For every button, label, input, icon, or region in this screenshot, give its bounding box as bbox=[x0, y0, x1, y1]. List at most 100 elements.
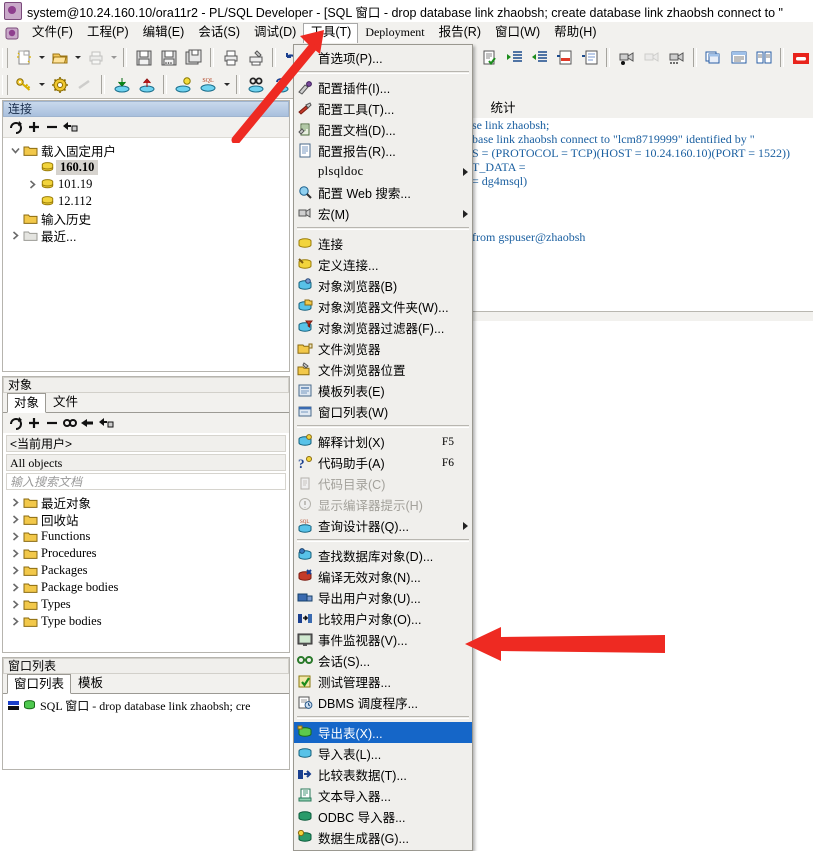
chevron-right-icon[interactable] bbox=[9, 583, 22, 592]
sql-editor[interactable]: se link zhaobsh; base link zhaobsh connec… bbox=[470, 118, 813, 311]
menu-project[interactable]: 工程(P) bbox=[80, 23, 136, 43]
open-file-button[interactable] bbox=[48, 47, 71, 69]
connect-user-icon[interactable] bbox=[97, 414, 115, 432]
tools-plsqldoc[interactable]: plsqldoc bbox=[294, 161, 472, 182]
menu-session[interactable]: 会话(S) bbox=[191, 23, 247, 43]
tools-odbc-importer[interactable]: ODBC 导入器... bbox=[294, 806, 472, 827]
tree-item[interactable]: Procedures bbox=[9, 545, 289, 562]
tile-vertical-button[interactable] bbox=[752, 47, 775, 69]
tools-configure-plugins[interactable]: 配置插件(I)... bbox=[294, 77, 472, 98]
tools-compiler-hints[interactable]: 显示编译器提示(H) bbox=[294, 494, 472, 515]
tools-window-list[interactable]: 窗口列表(W) bbox=[294, 401, 472, 422]
indent-button[interactable] bbox=[503, 47, 526, 69]
tree-item[interactable]: 12.112 bbox=[9, 193, 289, 210]
tools-file-browser[interactable]: 文件浏览器 bbox=[294, 338, 472, 359]
menu-window[interactable]: 窗口(W) bbox=[488, 23, 547, 43]
tab-window-list[interactable]: 窗口列表 bbox=[7, 674, 72, 694]
tree-item[interactable]: 输入历史 bbox=[9, 210, 289, 227]
connect-user-icon[interactable] bbox=[61, 118, 79, 136]
refresh-icon[interactable] bbox=[7, 414, 25, 432]
tools-code-contents[interactable]: 代码目录(C) bbox=[294, 473, 472, 494]
stop-button[interactable] bbox=[789, 47, 812, 69]
toolbar-grip[interactable] bbox=[2, 74, 8, 95]
tree-item[interactable]: Package bodies bbox=[9, 579, 289, 596]
chevron-right-icon[interactable] bbox=[9, 549, 22, 558]
menu-report[interactable]: 报告(R) bbox=[432, 23, 488, 43]
tab-templates[interactable]: 模板 bbox=[71, 673, 110, 693]
list-item[interactable]: SQL 窗口 - drop database link zhaobsh; cre bbox=[3, 697, 289, 714]
menu-help[interactable]: 帮助(H) bbox=[547, 23, 603, 43]
tools-dbms-scheduler[interactable]: DBMS 调度程序... bbox=[294, 692, 472, 713]
chevron-right-icon[interactable] bbox=[9, 515, 22, 524]
tools-preferences[interactable]: 首选项(P)... bbox=[294, 47, 472, 68]
menu-deployment[interactable]: Deployment bbox=[358, 23, 431, 43]
disconnect-button[interactable] bbox=[73, 74, 96, 96]
outdent-button[interactable] bbox=[528, 47, 551, 69]
save-as-button[interactable] bbox=[157, 47, 180, 69]
tree-item[interactable]: 101.19 bbox=[9, 176, 289, 193]
tools-import-tables[interactable]: 导入表(L)... bbox=[294, 743, 472, 764]
tree-item[interactable]: Packages bbox=[9, 562, 289, 579]
record-macro-button[interactable] bbox=[615, 47, 638, 69]
print-setup-button[interactable] bbox=[244, 47, 267, 69]
tools-text-importer[interactable]: 文本导入器... bbox=[294, 785, 472, 806]
new-file-button[interactable] bbox=[12, 47, 35, 69]
chevron-right-icon[interactable] bbox=[9, 532, 22, 541]
menu-file[interactable]: 文件(F) bbox=[25, 23, 80, 43]
tree-item[interactable]: 最近... bbox=[9, 227, 289, 244]
tools-object-browser[interactable]: 对象浏览器(B) bbox=[294, 275, 472, 296]
tools-connect[interactable]: 连接 bbox=[294, 233, 472, 254]
tree-item[interactable]: 160.10 bbox=[9, 159, 289, 176]
tools-configure-reports[interactable]: 配置报告(R)... bbox=[294, 140, 472, 161]
print-button[interactable] bbox=[84, 47, 107, 69]
tab-objects[interactable]: 对象 bbox=[7, 393, 47, 413]
tree-item[interactable]: 最近对象 bbox=[9, 494, 289, 511]
tools-export-tables[interactable]: 导出表(X)... bbox=[294, 722, 472, 743]
chevron-down-icon[interactable] bbox=[9, 146, 22, 155]
tools-export-user-objects[interactable]: 导出用户对象(U)... bbox=[294, 587, 472, 608]
stop-macro-button[interactable] bbox=[640, 47, 663, 69]
system-menu-icon[interactable] bbox=[4, 26, 20, 41]
print-page-button[interactable] bbox=[219, 47, 242, 69]
check-syntax-button[interactable] bbox=[478, 47, 501, 69]
menu-tools[interactable]: 工具(T) bbox=[303, 23, 359, 43]
cascade-windows-button[interactable] bbox=[702, 47, 725, 69]
tools-data-generator[interactable]: 数据生成器(G)... bbox=[294, 827, 472, 848]
play-macro-button[interactable] bbox=[665, 47, 688, 69]
tree-item[interactable]: 载入固定用户 bbox=[9, 142, 289, 159]
tools-sessions[interactable]: 会话(S)... bbox=[294, 650, 472, 671]
tools-compile-invalid-objects[interactable]: 编译无效对象(N)... bbox=[294, 566, 472, 587]
tools-configure-docs[interactable]: 配置文档(D)... bbox=[294, 119, 472, 140]
tools-test-manager[interactable]: 测试管理器... bbox=[294, 671, 472, 692]
refresh-icon[interactable] bbox=[7, 118, 25, 136]
tab-statistics[interactable]: 统计 bbox=[483, 98, 522, 118]
tools-macro[interactable]: 宏(M) bbox=[294, 203, 472, 224]
login-key-button[interactable] bbox=[12, 74, 35, 96]
tools-event-monitor[interactable]: 事件监视器(V)... bbox=[294, 629, 472, 650]
login-dropdown[interactable] bbox=[36, 74, 47, 96]
commit-button[interactable] bbox=[110, 74, 133, 96]
tab-files[interactable]: 文件 bbox=[46, 392, 85, 412]
tools-find-database-objects[interactable]: 查找数据库对象(D)... bbox=[294, 545, 472, 566]
tree-item[interactable]: Type bodies bbox=[9, 613, 289, 630]
chevron-right-icon[interactable] bbox=[9, 617, 22, 626]
print-dropdown[interactable] bbox=[108, 47, 119, 69]
explain-plan-button[interactable] bbox=[172, 74, 195, 96]
tools-compare-user-objects[interactable]: 比较用户对象(O)... bbox=[294, 608, 472, 629]
search-input[interactable]: 输入搜索文档 bbox=[6, 473, 286, 490]
tools-object-browser-filters[interactable]: 对象浏览器过滤器(F)... bbox=[294, 317, 472, 338]
sql-button[interactable]: SQL bbox=[197, 74, 220, 96]
tree-item[interactable]: Functions bbox=[9, 528, 289, 545]
tree-item[interactable]: Types bbox=[9, 596, 289, 613]
plus-icon[interactable] bbox=[25, 414, 43, 432]
tools-query-builder[interactable]: SQL 查询设计器(Q)... bbox=[294, 515, 472, 536]
sql-dropdown[interactable] bbox=[221, 74, 232, 96]
chevron-right-icon[interactable] bbox=[26, 180, 39, 189]
new-file-dropdown[interactable] bbox=[36, 47, 47, 69]
uncomment-button[interactable] bbox=[578, 47, 601, 69]
save-all-button[interactable] bbox=[182, 47, 205, 69]
current-user-selector[interactable]: <当前用户> bbox=[6, 435, 286, 452]
recompile-button[interactable] bbox=[270, 74, 293, 96]
menu-edit[interactable]: 编辑(E) bbox=[136, 23, 192, 43]
tools-template-list[interactable]: 模板列表(E) bbox=[294, 380, 472, 401]
